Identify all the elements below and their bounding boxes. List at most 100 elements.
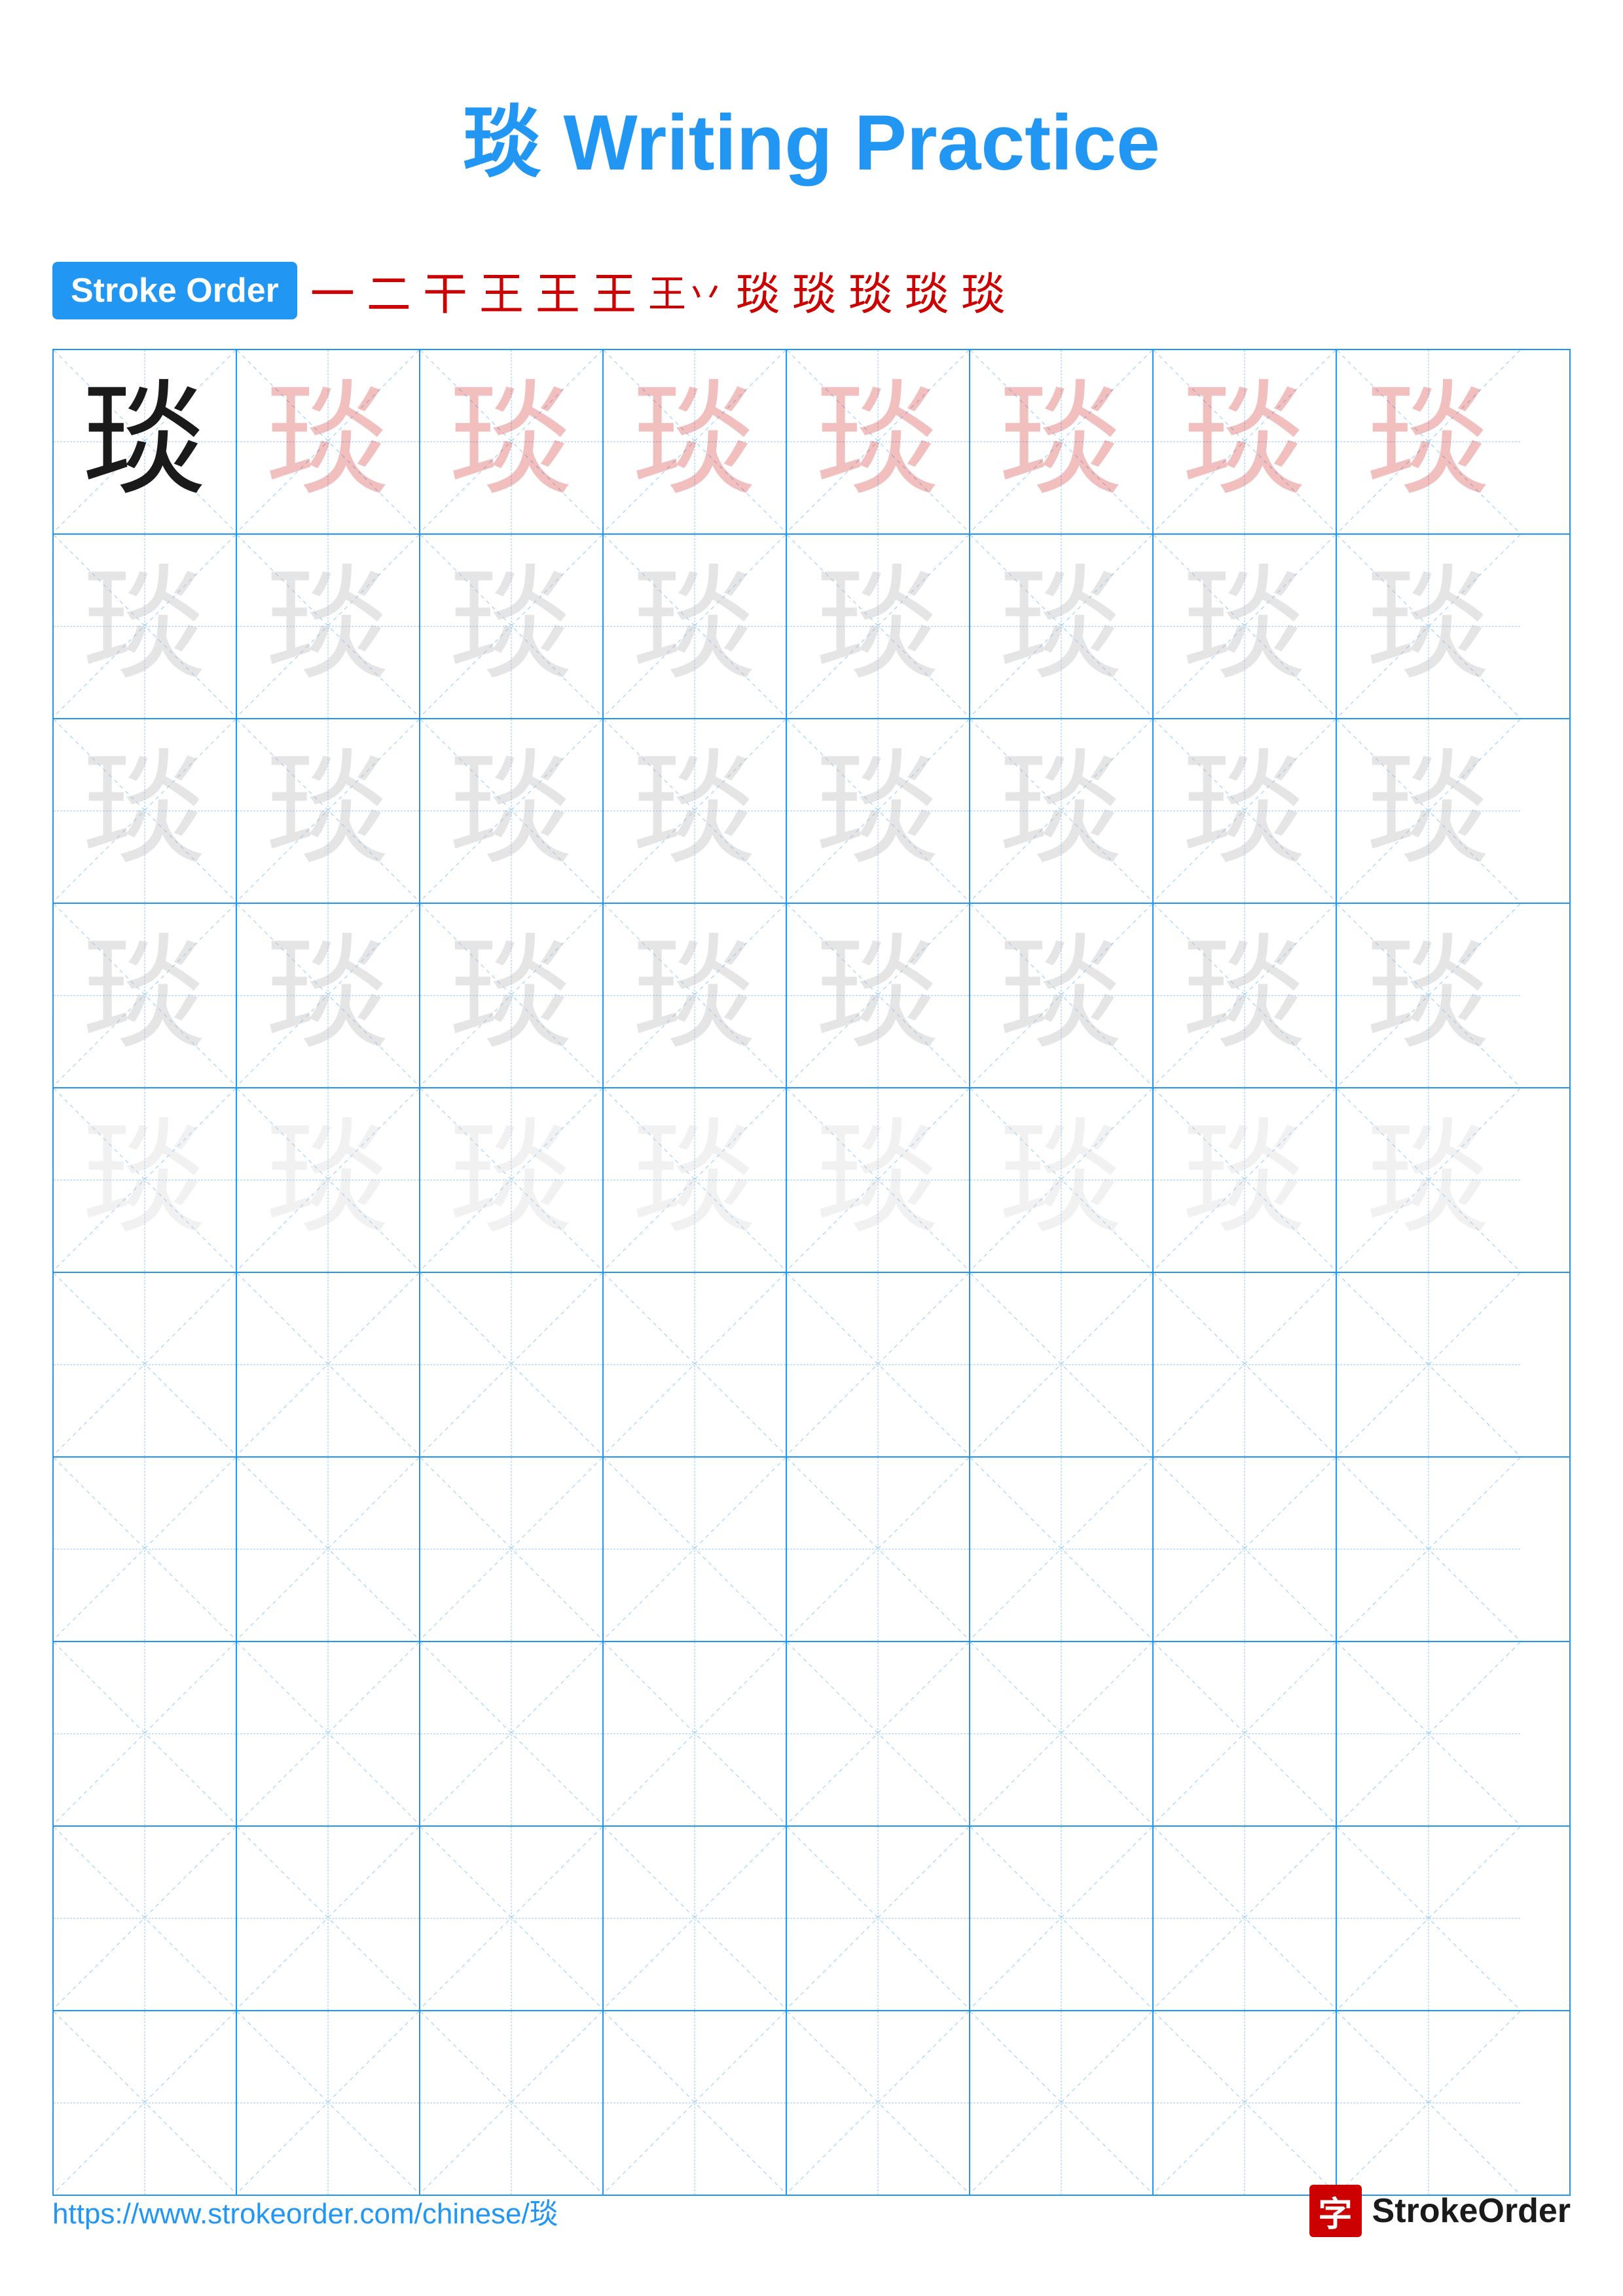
grid-cell-8-2[interactable] bbox=[237, 1642, 420, 1825]
stroke-step-5: 王 bbox=[536, 258, 580, 323]
grid-cell-6-1[interactable] bbox=[54, 1273, 237, 1456]
grid-cell-1-7[interactable]: 琰 bbox=[1154, 350, 1337, 533]
grid-cell-3-7[interactable]: 琰 bbox=[1154, 719, 1337, 903]
grid-cell-5-8[interactable]: 琰 bbox=[1337, 1088, 1520, 1272]
grid-cell-4-4[interactable]: 琰 bbox=[604, 904, 787, 1087]
grid-cell-5-2[interactable]: 琰 bbox=[237, 1088, 420, 1272]
grid-cell-9-7[interactable] bbox=[1154, 1827, 1337, 2010]
grid-cell-1-3[interactable]: 琰 bbox=[420, 350, 604, 533]
grid-cell-3-2[interactable]: 琰 bbox=[237, 719, 420, 903]
grid-cell-9-3[interactable] bbox=[420, 1827, 604, 2010]
grid-cell-8-5[interactable] bbox=[787, 1642, 970, 1825]
grid-cell-7-1[interactable] bbox=[54, 1458, 237, 1641]
char-guide: 琰 bbox=[1366, 380, 1491, 504]
grid-row-6 bbox=[54, 1273, 1569, 1458]
grid-cell-6-5[interactable] bbox=[787, 1273, 970, 1456]
grid-cell-7-8[interactable] bbox=[1337, 1458, 1520, 1641]
grid-cell-7-3[interactable] bbox=[420, 1458, 604, 1641]
grid-cell-2-3[interactable]: 琰 bbox=[420, 535, 604, 718]
grid-cell-6-4[interactable] bbox=[604, 1273, 787, 1456]
grid-cell-2-7[interactable]: 琰 bbox=[1154, 535, 1337, 718]
grid-cell-6-6[interactable] bbox=[970, 1273, 1154, 1456]
grid-cell-7-5[interactable] bbox=[787, 1458, 970, 1641]
grid-cell-6-8[interactable] bbox=[1337, 1273, 1520, 1456]
grid-cell-9-2[interactable] bbox=[237, 1827, 420, 2010]
grid-cell-4-3[interactable]: 琰 bbox=[420, 904, 604, 1087]
stroke-step-4: 王 bbox=[479, 258, 524, 323]
grid-cell-8-7[interactable] bbox=[1154, 1642, 1337, 1825]
grid-cell-9-1[interactable] bbox=[54, 1827, 237, 2010]
char-faint: 琰 bbox=[266, 564, 390, 689]
grid-cell-3-5[interactable]: 琰 bbox=[787, 719, 970, 903]
grid-cell-5-6[interactable]: 琰 bbox=[970, 1088, 1154, 1272]
grid-cell-6-7[interactable] bbox=[1154, 1273, 1337, 1456]
grid-cell-7-6[interactable] bbox=[970, 1458, 1154, 1641]
grid-cell-1-6[interactable]: 琰 bbox=[970, 350, 1154, 533]
grid-cell-10-6[interactable] bbox=[970, 2011, 1154, 2195]
stroke-step-1: 一 bbox=[310, 258, 355, 323]
stroke-order-row: Stroke Order 一 二 干 王 王 王 王丷 琰 琰 琰 琰 琰 bbox=[52, 258, 1571, 323]
grid-cell-2-1[interactable]: 琰 bbox=[54, 535, 237, 718]
grid-cell-10-8[interactable] bbox=[1337, 2011, 1520, 2195]
stroke-step-7: 王丷 bbox=[648, 263, 724, 318]
char-guide: 琰 bbox=[1182, 380, 1307, 504]
grid-cell-1-1[interactable]: 琰 bbox=[54, 350, 237, 533]
footer-url[interactable]: https://www.strokeorder.com/chinese/琰 bbox=[52, 2190, 558, 2232]
grid-cell-4-2[interactable]: 琰 bbox=[237, 904, 420, 1087]
grid-cell-7-7[interactable] bbox=[1154, 1458, 1337, 1641]
grid-cell-8-3[interactable] bbox=[420, 1642, 604, 1825]
char-faint: 琰 bbox=[1366, 564, 1491, 689]
grid-cell-4-6[interactable]: 琰 bbox=[970, 904, 1154, 1087]
grid-cell-2-8[interactable]: 琰 bbox=[1337, 535, 1520, 718]
grid-cell-3-1[interactable]: 琰 bbox=[54, 719, 237, 903]
grid-cell-1-4[interactable]: 琰 bbox=[604, 350, 787, 533]
grid-cell-9-5[interactable] bbox=[787, 1827, 970, 2010]
grid-cell-8-1[interactable] bbox=[54, 1642, 237, 1825]
grid-cell-7-4[interactable] bbox=[604, 1458, 787, 1641]
grid-cell-9-4[interactable] bbox=[604, 1827, 787, 2010]
grid-cell-2-6[interactable]: 琰 bbox=[970, 535, 1154, 718]
grid-cell-5-7[interactable]: 琰 bbox=[1154, 1088, 1337, 1272]
grid-cell-10-1[interactable] bbox=[54, 2011, 237, 2195]
stroke-step-10: 琰 bbox=[848, 258, 893, 323]
grid-cell-10-4[interactable] bbox=[604, 2011, 787, 2195]
grid-cell-5-1[interactable]: 琰 bbox=[54, 1088, 237, 1272]
grid-cell-3-6[interactable]: 琰 bbox=[970, 719, 1154, 903]
grid-cell-2-2[interactable]: 琰 bbox=[237, 535, 420, 718]
grid-cell-9-8[interactable] bbox=[1337, 1827, 1520, 2010]
char-guide: 琰 bbox=[266, 380, 390, 504]
grid-cell-1-2[interactable]: 琰 bbox=[237, 350, 420, 533]
grid-cell-5-5[interactable]: 琰 bbox=[787, 1088, 970, 1272]
grid-cell-8-4[interactable] bbox=[604, 1642, 787, 1825]
grid-cell-1-8[interactable]: 琰 bbox=[1337, 350, 1520, 533]
char-dark: 琰 bbox=[82, 380, 207, 504]
grid-cell-4-1[interactable]: 琰 bbox=[54, 904, 237, 1087]
grid-cell-3-3[interactable]: 琰 bbox=[420, 719, 604, 903]
stroke-order-chars: 一 二 干 王 王 王 王丷 琰 琰 琰 琰 琰 bbox=[310, 258, 1006, 323]
grid-cell-2-4[interactable]: 琰 bbox=[604, 535, 787, 718]
grid-cell-6-2[interactable] bbox=[237, 1273, 420, 1456]
grid-cell-9-6[interactable] bbox=[970, 1827, 1154, 2010]
grid-cell-10-7[interactable] bbox=[1154, 2011, 1337, 2195]
grid-cell-10-3[interactable] bbox=[420, 2011, 604, 2195]
grid-cell-5-4[interactable]: 琰 bbox=[604, 1088, 787, 1272]
grid-cell-8-8[interactable] bbox=[1337, 1642, 1520, 1825]
char-guide: 琰 bbox=[816, 380, 940, 504]
grid-cell-4-7[interactable]: 琰 bbox=[1154, 904, 1337, 1087]
char-faint: 琰 bbox=[449, 564, 574, 689]
char-guide: 琰 bbox=[632, 380, 757, 504]
stroke-step-6: 王 bbox=[592, 258, 636, 323]
grid-cell-3-4[interactable]: 琰 bbox=[604, 719, 787, 903]
char-faint: 琰 bbox=[816, 564, 940, 689]
grid-cell-10-2[interactable] bbox=[237, 2011, 420, 2195]
grid-cell-2-5[interactable]: 琰 bbox=[787, 535, 970, 718]
grid-cell-8-6[interactable] bbox=[970, 1642, 1154, 1825]
grid-cell-4-5[interactable]: 琰 bbox=[787, 904, 970, 1087]
grid-cell-3-8[interactable]: 琰 bbox=[1337, 719, 1520, 903]
grid-cell-5-3[interactable]: 琰 bbox=[420, 1088, 604, 1272]
grid-cell-1-5[interactable]: 琰 bbox=[787, 350, 970, 533]
grid-cell-4-8[interactable]: 琰 bbox=[1337, 904, 1520, 1087]
grid-cell-7-2[interactable] bbox=[237, 1458, 420, 1641]
grid-cell-6-3[interactable] bbox=[420, 1273, 604, 1456]
grid-cell-10-5[interactable] bbox=[787, 2011, 970, 2195]
